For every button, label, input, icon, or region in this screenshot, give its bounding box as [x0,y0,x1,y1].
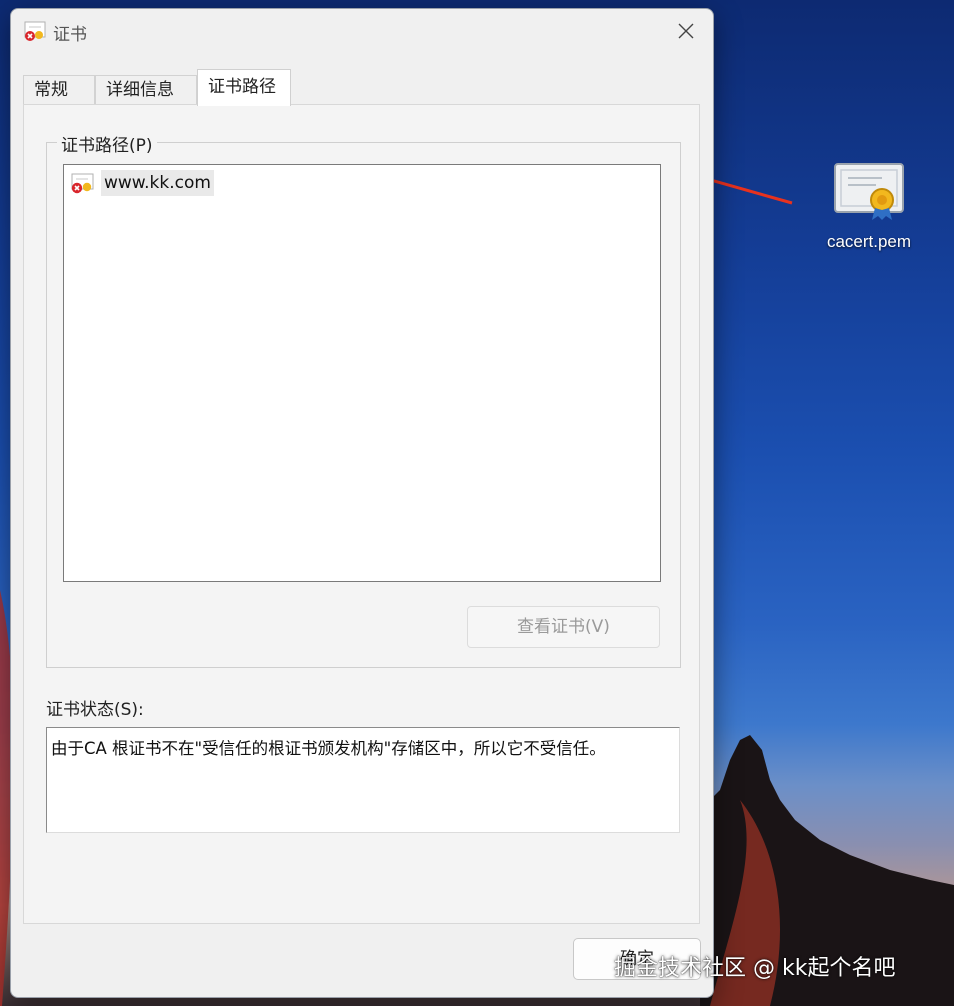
tab-certification-path[interactable]: 证书路径 [197,69,291,106]
certification-path-group: 证书路径(P) www.kk.com 查看证书(V) [46,131,681,668]
title-bar[interactable]: 证书 [11,9,713,53]
tree-item-certificate[interactable]: www.kk.com [69,169,214,197]
dialog-title: 证书 [53,25,87,45]
tab-panel: 证书路径(P) www.kk.com 查看证书(V) 证书状态(S): 由于CA… [23,104,700,924]
certificate-file-icon [834,163,904,220]
tab-general[interactable]: 常规 [23,75,95,105]
desktop-file-label: cacert.pem [826,232,912,251]
group-label: 证书路径(P) [57,131,157,156]
certificate-error-icon [24,21,46,41]
close-icon [678,23,694,39]
certificate-dialog: 证书 常规 详细信息 证书路径 证书路径(P) www.kk.com 查看证书(… [10,8,714,998]
certificate-status-label: 证书状态(S): [46,700,144,720]
tree-item-label: www.kk.com [101,170,214,196]
certification-path-tree[interactable]: www.kk.com [63,164,661,582]
view-certificate-button[interactable]: 查看证书(V) [467,606,660,648]
tab-details[interactable]: 详细信息 [95,75,197,105]
watermark: 掘金技术社区 @ kk起个名吧 [614,956,896,981]
close-button[interactable] [667,15,705,47]
desktop-file-cacert[interactable]: cacert.pem [810,160,928,260]
certificate-error-icon [71,173,94,194]
certificate-status-text[interactable]: 由于CA 根证书不在"受信任的根证书颁发机构"存储区中，所以它不受信任。 [46,727,680,833]
